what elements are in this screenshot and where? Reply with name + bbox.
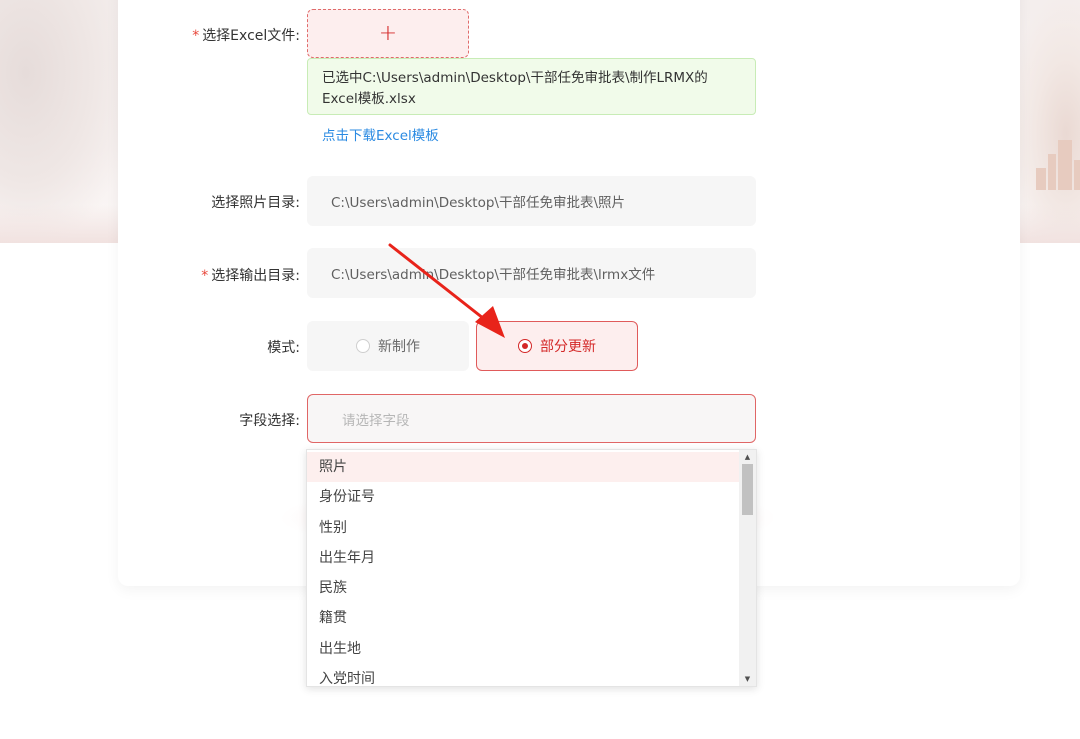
- dropdown-item[interactable]: 性别: [307, 513, 741, 543]
- dropdown-scrollbar[interactable]: ▲ ▼: [739, 450, 756, 686]
- download-template-link[interactable]: 点击下载Excel模板: [322, 124, 439, 144]
- mode-new-option[interactable]: 新制作: [307, 321, 469, 371]
- mode-new-label: 新制作: [378, 339, 420, 355]
- output-dir-value: C:\Users\admin\Desktop\干部任免审批表\lrmx文件: [331, 267, 656, 283]
- photo-dir-value: C:\Users\admin\Desktop\干部任免审批表\照片: [331, 195, 625, 211]
- photo-dir-label: 选择照片目录:: [211, 195, 300, 211]
- mode-partial-update-option[interactable]: 部分更新: [476, 321, 638, 371]
- field-select-input[interactable]: 请选择字段: [307, 394, 756, 443]
- triangle-up-icon[interactable]: ▲: [739, 450, 756, 464]
- dropdown-item[interactable]: 出生地: [307, 634, 741, 664]
- excel-file-label: * 选择Excel文件:: [192, 25, 300, 45]
- scrollbar-thumb[interactable]: [742, 464, 753, 515]
- output-dir-input[interactable]: C:\Users\admin\Desktop\干部任免审批表\lrmx文件: [307, 248, 756, 298]
- photo-dir-input[interactable]: C:\Users\admin\Desktop\干部任免审批表\照片: [307, 176, 756, 226]
- dropdown-item[interactable]: 出生年月: [307, 543, 741, 573]
- mode-partial-update-label: 部分更新: [540, 339, 596, 355]
- dropdown-list: 照片 身份证号 性别 出生年月 民族 籍贯 出生地 入党时间: [307, 452, 741, 686]
- output-dir-label-text: 选择输出目录:: [211, 268, 300, 284]
- field-dropdown: 照片 身份证号 性别 出生年月 民族 籍贯 出生地 入党时间 ▲ ▼: [306, 449, 757, 687]
- required-mark: *: [201, 268, 209, 284]
- mode-label: 模式:: [267, 340, 300, 356]
- excel-upload-button[interactable]: +: [307, 9, 469, 58]
- radio-unchecked-icon: [356, 339, 370, 353]
- triangle-down-icon[interactable]: ▼: [739, 672, 756, 686]
- dropdown-item[interactable]: 照片: [307, 452, 741, 483]
- field-select-placeholder: 请选择字段: [342, 412, 410, 429]
- required-mark: *: [192, 28, 200, 44]
- plus-icon: +: [378, 21, 398, 46]
- dropdown-item[interactable]: 身份证号: [307, 482, 741, 512]
- file-selected-text: 已选中C:\Users\admin\Desktop\干部任免审批表\制作LRMX…: [322, 70, 708, 107]
- file-selected-notice: 已选中C:\Users\admin\Desktop\干部任免审批表\制作LRMX…: [307, 58, 756, 115]
- field-select-label: 字段选择:: [239, 413, 300, 429]
- output-dir-label: * 选择输出目录:: [201, 265, 300, 285]
- background-building-graphic: [1030, 138, 1080, 190]
- excel-file-label-text: 选择Excel文件:: [202, 28, 300, 44]
- dropdown-item[interactable]: 入党时间: [307, 664, 741, 686]
- radio-checked-icon: [518, 339, 532, 353]
- dropdown-item[interactable]: 籍贯: [307, 603, 741, 633]
- dropdown-item[interactable]: 民族: [307, 573, 741, 603]
